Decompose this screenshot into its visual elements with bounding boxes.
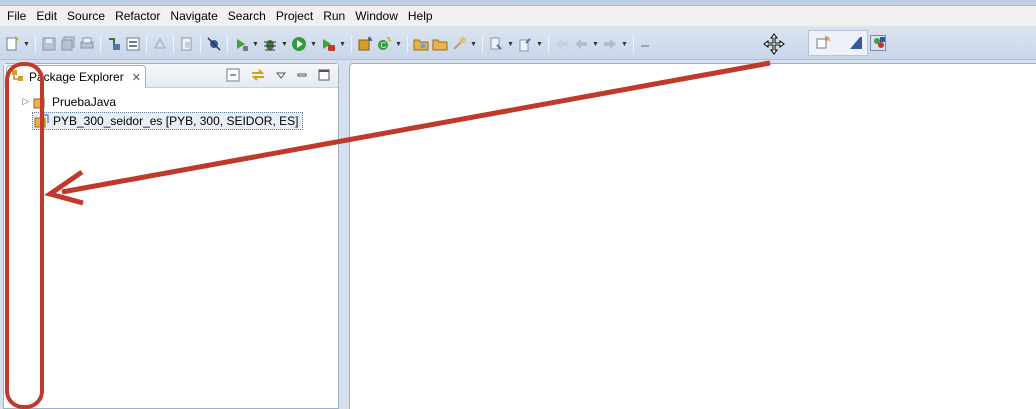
external-tools-icon[interactable] bbox=[320, 36, 336, 52]
toggle-mark-icon[interactable] bbox=[125, 36, 141, 52]
toolbar-separator bbox=[35, 35, 36, 53]
project-tree: ▷ J PruebaJava PYB_300_seidor_es [PYB, 3… bbox=[4, 92, 338, 130]
next-annotation-icon[interactable] bbox=[488, 36, 504, 52]
tab-package-explorer[interactable]: Package Explorer ✕ bbox=[6, 65, 146, 88]
previous-annotation-dropdown-icon[interactable]: ▼ bbox=[536, 41, 543, 48]
menu-source[interactable]: Source bbox=[62, 6, 110, 26]
menu-help[interactable]: Help bbox=[403, 6, 438, 26]
editor-area bbox=[349, 63, 1036, 409]
collapse-all-icon[interactable] bbox=[226, 68, 240, 85]
toolbar-separator bbox=[351, 35, 352, 53]
debug-dropdown-icon[interactable]: ▼ bbox=[281, 41, 288, 48]
back-dropdown-icon[interactable]: ▼ bbox=[592, 41, 599, 48]
selection-highlight: PYB_300_seidor_es [PYB, 300, SEIDOR, ES] bbox=[32, 111, 304, 130]
next-annotation-dropdown-icon[interactable]: ▼ bbox=[507, 41, 514, 48]
new-icon[interactable] bbox=[4, 36, 20, 52]
run-dropdown-icon[interactable]: ▼ bbox=[310, 41, 317, 48]
menu-search[interactable]: Search bbox=[223, 6, 271, 26]
package-explorer-icon bbox=[11, 69, 25, 86]
open-file-icon[interactable] bbox=[432, 36, 448, 52]
maximize-icon[interactable] bbox=[318, 69, 330, 84]
toolbar-separator bbox=[100, 35, 101, 53]
open-perspective-icon[interactable] bbox=[848, 35, 864, 51]
pin-editor-icon[interactable] bbox=[639, 36, 655, 52]
expand-arrow-icon[interactable]: ▷ bbox=[20, 96, 32, 107]
debug-icon[interactable] bbox=[262, 36, 278, 52]
last-edit-icon[interactable] bbox=[554, 36, 570, 52]
toolbar-separator bbox=[482, 35, 483, 53]
run-icon[interactable] bbox=[291, 36, 307, 52]
search-dropdown-icon[interactable]: ▼ bbox=[470, 41, 477, 48]
menu-bar: File Edit Source Refactor Navigate Searc… bbox=[0, 6, 1036, 26]
open-task-icon[interactable] bbox=[152, 36, 168, 52]
menu-run[interactable]: Run bbox=[318, 6, 350, 26]
menu-project[interactable]: Project bbox=[271, 6, 318, 26]
skip-breakpoints-icon[interactable] bbox=[206, 36, 222, 52]
main-toolbar: ▼ ▼ ▼ ▼ ▼ C ▼ ▼ ▼ ▼ ▼ ▼ bbox=[0, 26, 1036, 60]
svg-text:J: J bbox=[40, 96, 45, 106]
tree-item-project[interactable]: ▷ J PruebaJava bbox=[4, 92, 338, 111]
toolbar-separator bbox=[146, 35, 147, 53]
open-folder-icon[interactable] bbox=[413, 36, 429, 52]
menu-refactor[interactable]: Refactor bbox=[110, 6, 165, 26]
project-name: PruebaJava bbox=[52, 94, 117, 109]
view-menu-icon[interactable] bbox=[275, 69, 287, 83]
package-explorer-header: Package Explorer ✕ bbox=[4, 64, 338, 88]
java-perspective-icon[interactable] bbox=[870, 35, 886, 51]
package-explorer-title: Package Explorer bbox=[29, 70, 124, 84]
view-toolbar bbox=[226, 67, 330, 85]
new-dropdown-icon[interactable]: ▼ bbox=[23, 41, 30, 48]
new-java-class-dropdown-icon[interactable]: ▼ bbox=[395, 41, 402, 48]
run-last-dropdown-icon[interactable]: ▼ bbox=[252, 41, 259, 48]
toolbar-separator bbox=[200, 35, 201, 53]
menu-edit[interactable]: Edit bbox=[31, 6, 62, 26]
run-on-server-icon[interactable] bbox=[106, 36, 122, 52]
minimize-icon[interactable] bbox=[296, 69, 308, 84]
print-icon[interactable] bbox=[79, 36, 95, 52]
toolbar-strip: ▼ ▼ ▼ ▼ ▼ C ▼ ▼ ▼ ▼ ▼ ▼ bbox=[0, 30, 868, 58]
tree-item-project-selected[interactable]: PYB_300_seidor_es [PYB, 300, SEIDOR, ES] bbox=[4, 111, 338, 130]
save-icon[interactable] bbox=[41, 36, 57, 52]
toolbar-separator bbox=[173, 35, 174, 53]
back-icon[interactable] bbox=[573, 36, 589, 52]
toolbar-separator bbox=[407, 35, 408, 53]
forward-dropdown-icon[interactable]: ▼ bbox=[621, 41, 628, 48]
menu-navigate[interactable]: Navigate bbox=[165, 6, 222, 26]
abap-project-icon bbox=[33, 113, 51, 129]
project-name: PYB_300_seidor_es [PYB, 300, SEIDOR, ES] bbox=[53, 113, 299, 128]
run-last-icon[interactable] bbox=[233, 36, 249, 52]
toolbar-separator bbox=[839, 34, 840, 52]
search-icon[interactable] bbox=[451, 36, 467, 52]
toolbar-separator bbox=[227, 35, 228, 53]
external-tools-dropdown-icon[interactable]: ▼ bbox=[339, 41, 346, 48]
save-all-icon[interactable] bbox=[60, 36, 76, 52]
toolbar-separator bbox=[633, 35, 634, 53]
svg-text:C: C bbox=[381, 41, 387, 50]
menu-window[interactable]: Window bbox=[350, 6, 403, 26]
previous-annotation-icon[interactable] bbox=[517, 36, 533, 52]
java-project-icon: J bbox=[32, 94, 50, 110]
package-explorer-view: Package Explorer ✕ ▷ J PruebaJava PYB_30… bbox=[3, 63, 339, 409]
open-type-icon[interactable] bbox=[179, 36, 195, 52]
menu-file[interactable]: File bbox=[2, 6, 31, 26]
new-java-package-icon[interactable] bbox=[357, 36, 373, 52]
perspective-bar bbox=[808, 30, 886, 56]
close-icon[interactable]: ✕ bbox=[132, 71, 141, 84]
new-java-class-icon[interactable]: C bbox=[376, 36, 392, 52]
forward-icon[interactable] bbox=[602, 36, 618, 52]
java-ee-perspective-icon[interactable] bbox=[815, 35, 831, 51]
link-with-editor-icon[interactable] bbox=[250, 68, 266, 85]
toolbar-separator bbox=[548, 35, 549, 53]
